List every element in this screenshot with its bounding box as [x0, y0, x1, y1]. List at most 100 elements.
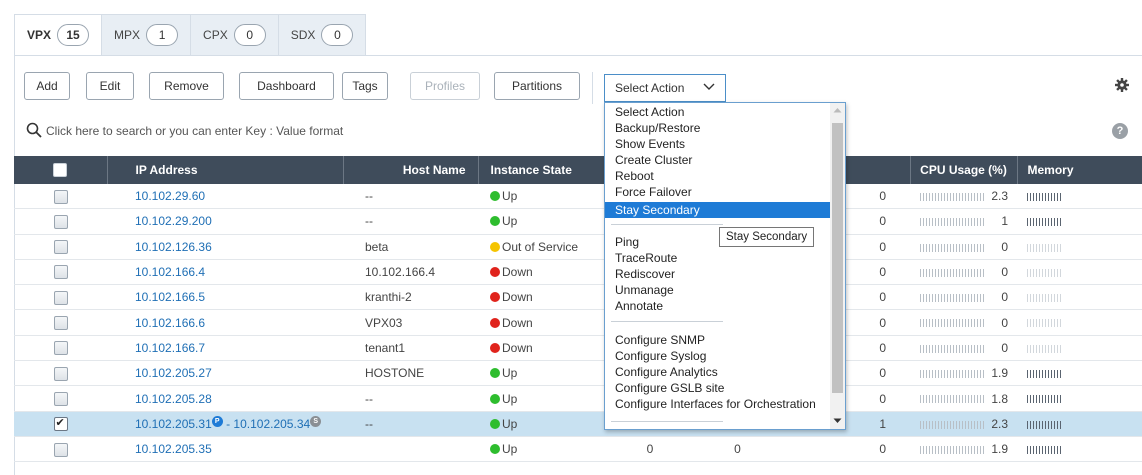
table-row[interactable]: 10.102.205.28 -- Up 0 1.8 — [14, 385, 1142, 412]
menu-item-unmanage[interactable]: Unmanage — [615, 282, 674, 298]
ip-address-link[interactable]: 10.102.205.27 — [135, 366, 212, 380]
cpu-usage-bar — [920, 445, 984, 454]
row-checkbox[interactable] — [53, 316, 68, 331]
column-value-5: 0 — [605, 436, 695, 463]
status-down-icon — [490, 267, 500, 278]
menu-separator — [611, 224, 723, 225]
memory-usage-bar — [1027, 344, 1061, 353]
edit-button[interactable]: Edit — [86, 72, 134, 100]
table-row[interactable]: 10.102.126.36 beta Out of Service 0 0 — [14, 234, 1142, 260]
instance-state-header[interactable]: Instance State — [478, 156, 606, 184]
menu-scrollbar[interactable] — [830, 103, 845, 429]
row-checkbox[interactable] — [53, 341, 68, 356]
instance-state: Up — [502, 214, 518, 229]
menu-item-configure-interfaces[interactable]: Configure Interfaces for Orchestration — [615, 396, 816, 412]
ip-address-link[interactable]: 10.102.166.6 — [135, 316, 205, 330]
tab-cpx[interactable]: CPX 0 — [190, 14, 278, 55]
select-action-label: Select Action — [615, 81, 685, 95]
ip-address-link[interactable]: 10.102.29.200 — [135, 214, 212, 228]
menu-item-reboot[interactable]: Reboot — [615, 168, 654, 184]
cpu-usage-value: 0 — [1001, 290, 1008, 305]
ip-address-link[interactable]: 10.102.205.35 — [135, 442, 212, 456]
menu-item-traceroute[interactable]: TraceRoute — [615, 250, 677, 266]
search-input[interactable]: Click here to search or you can enter Ke… — [46, 124, 343, 138]
secondary-ip-link[interactable]: 10.102.205.34 — [233, 417, 310, 431]
http-req: 0 — [780, 436, 910, 463]
ip-address-link[interactable]: 10.102.29.60 — [135, 189, 205, 203]
menu-item-ping[interactable]: Ping — [615, 234, 639, 250]
partitions-button[interactable]: Partitions — [494, 72, 580, 100]
host-name-header[interactable]: Host Name — [343, 156, 479, 184]
menu-item-force-failover[interactable]: Force Failover — [615, 184, 692, 200]
host-name: -- — [343, 411, 478, 437]
cpu-usage-value: 1 — [1001, 214, 1008, 229]
remove-button[interactable]: Remove — [149, 72, 224, 100]
menu-item-configure-snmp[interactable]: Configure SNMP — [615, 332, 705, 348]
cpu-usage-bar — [920, 420, 984, 429]
row-checkbox[interactable] — [53, 290, 68, 305]
menu-item-select-action[interactable]: Select Action — [615, 104, 684, 120]
row-checkbox[interactable] — [53, 189, 68, 204]
select-all-checkbox-cell[interactable] — [14, 156, 108, 184]
row-checkbox[interactable] — [53, 265, 68, 280]
cpu-usage-header[interactable]: CPU Usage (%) — [910, 156, 1018, 184]
memory-header[interactable]: Memory — [1017, 156, 1142, 184]
row-checkbox[interactable] — [53, 391, 68, 406]
host-name: 10.102.166.4 — [343, 259, 478, 286]
scroll-down-arrow-icon[interactable] — [833, 418, 842, 424]
tab-mpx[interactable]: MPX 1 — [101, 14, 191, 55]
memory-usage-bar — [1027, 294, 1061, 303]
scrollbar-thumb[interactable] — [832, 123, 843, 393]
ip-address-link[interactable]: 10.102.166.4 — [135, 265, 205, 279]
scroll-up-arrow-icon[interactable] — [833, 107, 842, 113]
row-checkbox[interactable] — [53, 442, 68, 457]
instance-state: Out of Service — [502, 239, 579, 254]
cpu-usage-bar — [920, 218, 984, 227]
menu-item-configure-syslog[interactable]: Configure Syslog — [615, 348, 706, 364]
select-all-checkbox[interactable] — [53, 163, 68, 178]
row-checkbox[interactable] — [53, 214, 68, 229]
ip-address-link[interactable]: 10.102.126.36 — [135, 240, 212, 254]
add-button[interactable]: Add — [24, 72, 70, 100]
host-name: kranthi-2 — [343, 284, 478, 311]
menu-item-backup-restore[interactable]: Backup/Restore — [615, 120, 700, 136]
table-row[interactable]: 10.102.29.200 -- Up 0 1 — [14, 208, 1142, 235]
menu-item-configure-analytics[interactable]: Configure Analytics — [615, 364, 718, 380]
menu-item-rediscover[interactable]: Rediscover — [615, 266, 675, 282]
table-row-selected[interactable]: 10.102.205.31P - 10.102.205.34S -- Up 0 … — [14, 411, 1142, 437]
table-row[interactable]: 10.102.205.27 HOSTONE Up 0 1.9 — [14, 360, 1142, 387]
chevron-down-icon — [703, 80, 715, 95]
tab-sdx[interactable]: SDX 0 — [277, 14, 367, 55]
menu-item-create-cluster[interactable]: Create Cluster — [615, 152, 692, 168]
menu-item-configure-gslb-site[interactable]: Configure GSLB site — [615, 380, 724, 396]
table-row[interactable]: 10.102.166.6 VPX03 Down 0 0 — [14, 309, 1142, 336]
table-row[interactable]: 10.102.29.60 -- Up 0 2.3 — [14, 184, 1142, 210]
settings-gear-icon[interactable] — [1114, 77, 1132, 95]
ip-address-link[interactable]: 10.102.166.7 — [135, 341, 205, 355]
menu-item-show-events[interactable]: Show Events — [615, 136, 685, 152]
table-row[interactable]: 10.102.205.35 Up 0 0 0 1.9 — [14, 436, 1142, 463]
table-row[interactable]: 10.102.166.7 tenant1 Down 0 0 — [14, 335, 1142, 362]
row-checkbox[interactable] — [53, 366, 68, 381]
cpu-usage-value: 2.3 — [991, 416, 1008, 431]
ip-address-link[interactable]: 10.102.205.28 — [135, 392, 212, 406]
memory-usage-bar — [1027, 319, 1061, 328]
menu-item-stay-secondary[interactable]: Stay Secondary — [605, 202, 830, 218]
menu-item-annotate[interactable]: Annotate — [615, 298, 663, 314]
tab-vpx[interactable]: VPX 15 — [14, 14, 102, 55]
search-bar[interactable]: Click here to search or you can enter Ke… — [14, 118, 1142, 146]
help-icon[interactable]: ? — [1112, 123, 1128, 139]
select-action-dropdown[interactable]: Select Action — [604, 74, 726, 102]
row-checkbox[interactable] — [53, 240, 68, 255]
table-row[interactable]: 10.102.166.5 kranthi-2 Down 0 0 — [14, 284, 1142, 311]
table-row[interactable]: 10.102.166.4 10.102.166.4 Down 0 0 — [14, 259, 1142, 286]
ip-address-link[interactable]: 10.102.205.31 — [135, 417, 212, 431]
dashboard-button[interactable]: Dashboard — [239, 72, 334, 100]
profiles-button[interactable]: Profiles — [410, 72, 480, 100]
tags-button[interactable]: Tags — [342, 72, 388, 100]
tab-label: MPX — [114, 28, 141, 42]
ip-address-link[interactable]: 10.102.166.5 — [135, 290, 205, 304]
ip-address-header[interactable]: IP Address — [107, 156, 344, 184]
status-up-icon — [490, 444, 500, 455]
row-checkbox-checked[interactable] — [53, 416, 68, 432]
